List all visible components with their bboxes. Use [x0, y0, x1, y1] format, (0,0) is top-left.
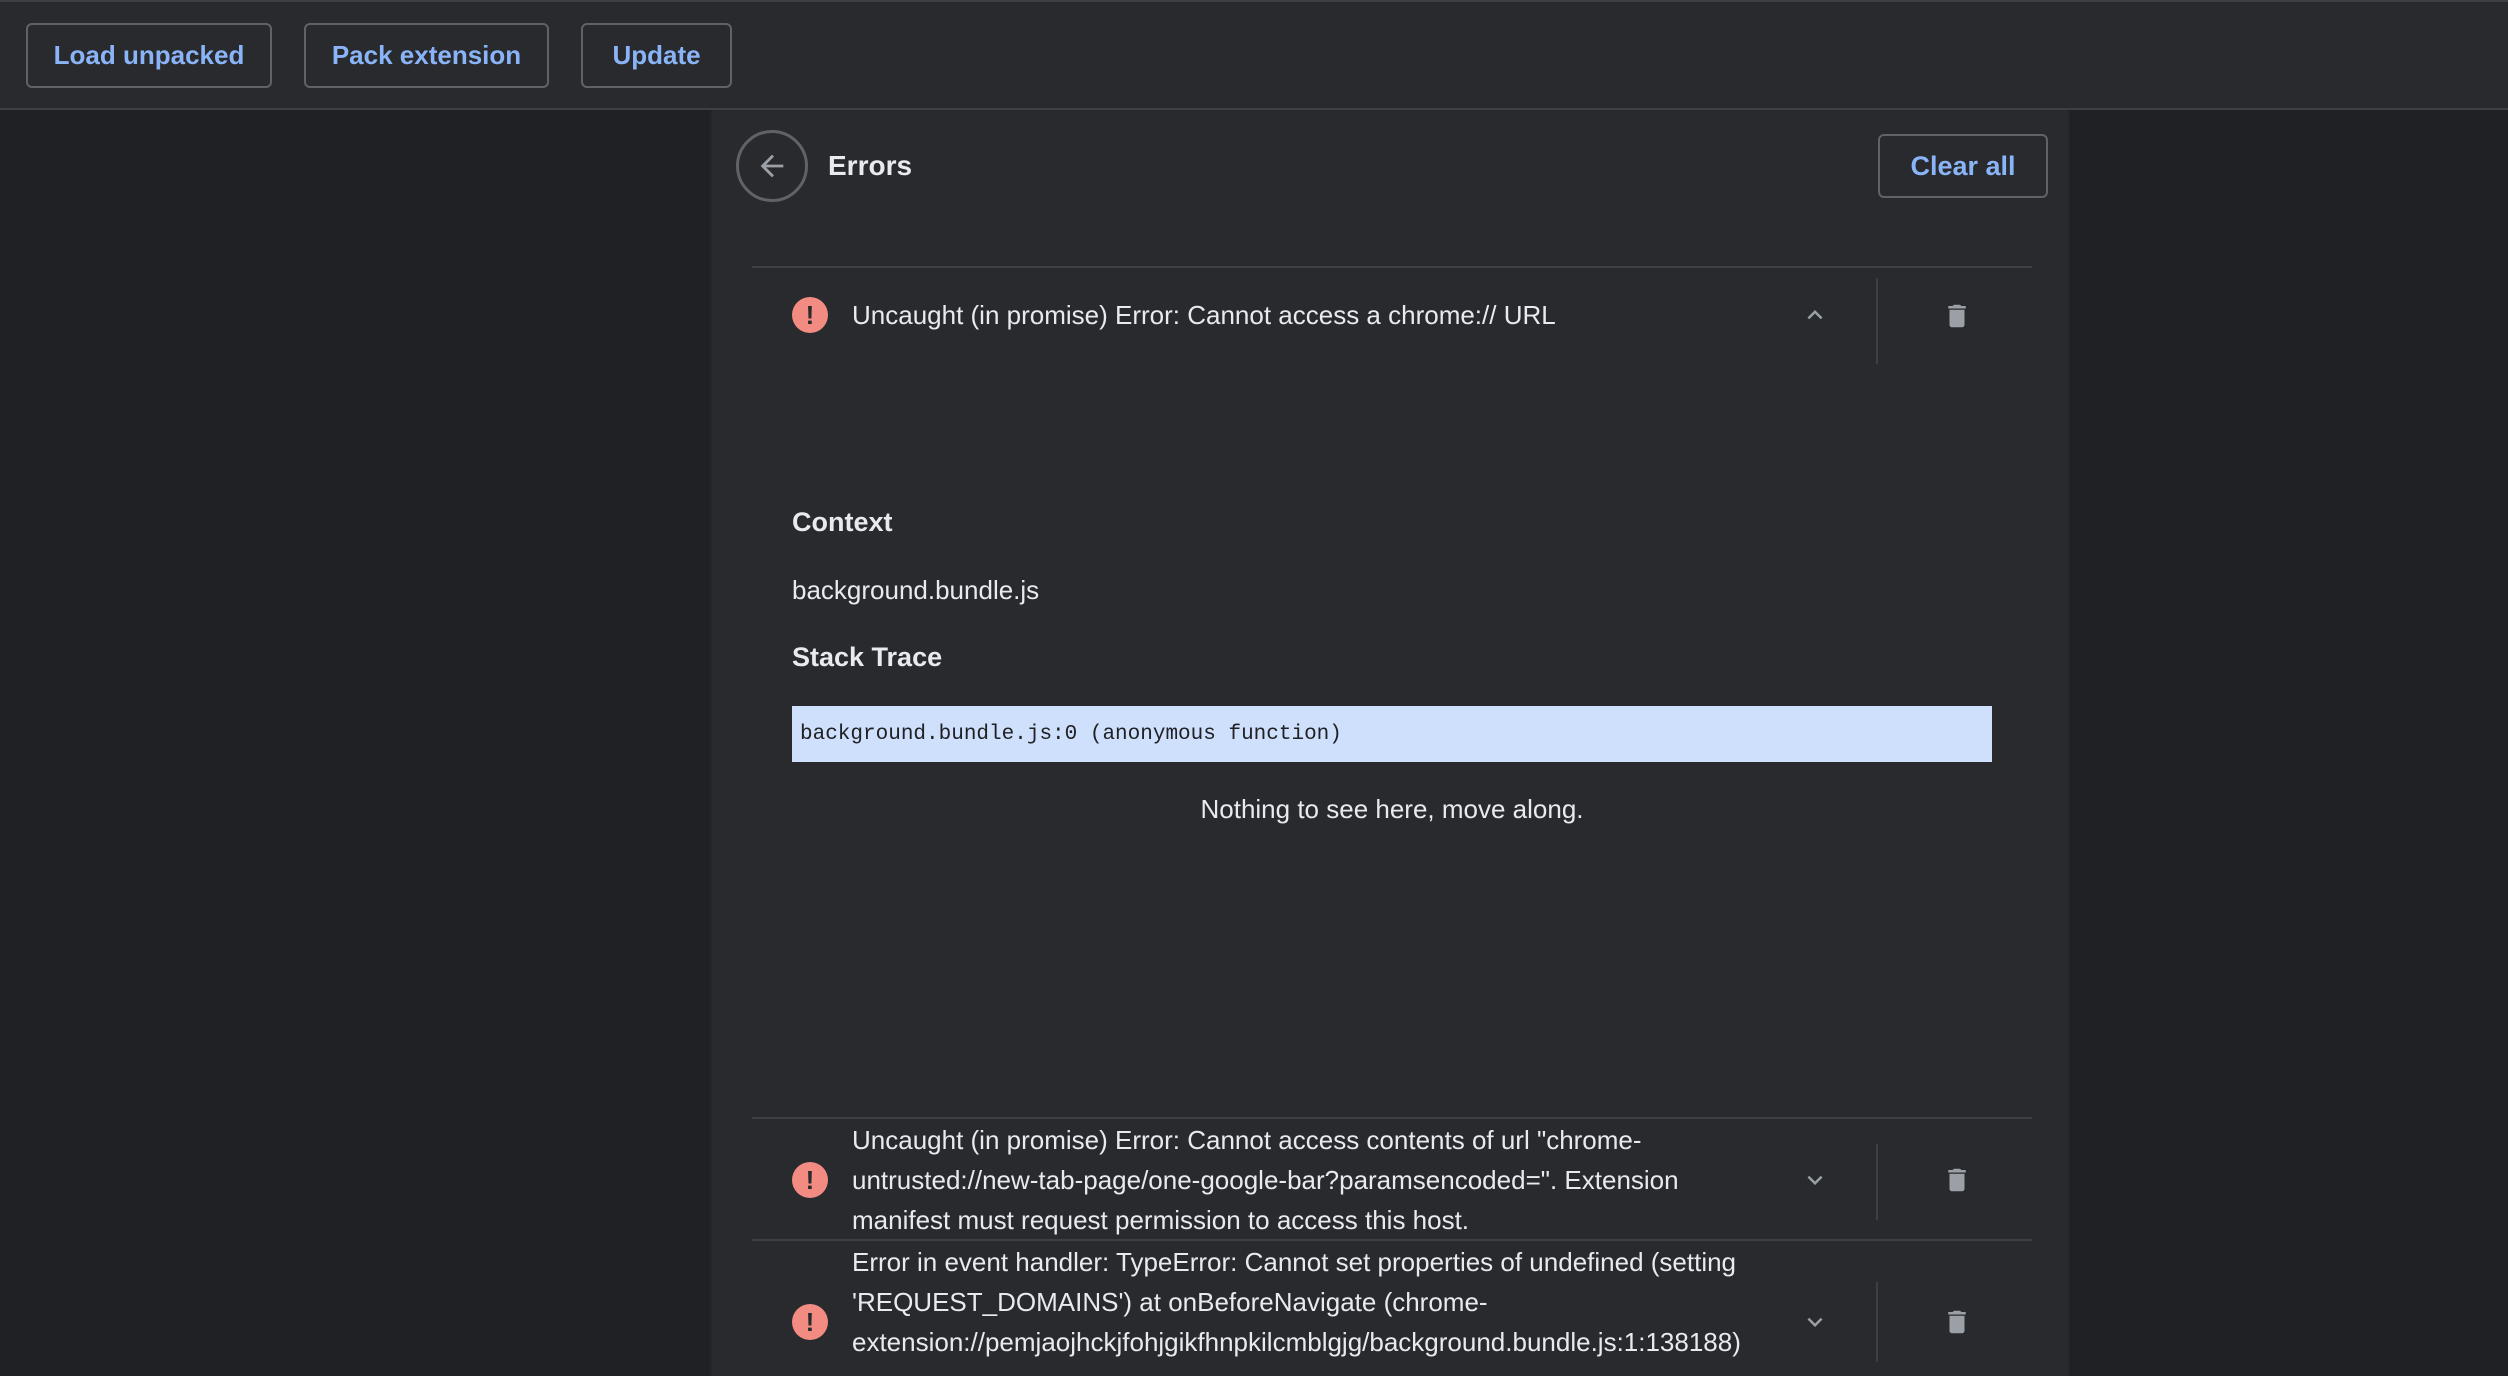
errors-panel: Errors Clear all ! Uncaught (in promise)… — [710, 110, 2070, 1376]
error-message[interactable]: Error in event handler: TypeError: Canno… — [852, 1242, 1752, 1362]
error-circle-icon: ! — [792, 1304, 828, 1340]
pack-extension-button[interactable]: Pack extension — [304, 23, 549, 88]
separator — [1876, 1282, 1878, 1362]
error-item: ! Error in event handler: TypeError: Can… — [712, 110, 2072, 1376]
developer-toolbar: Load unpacked Pack extension Update — [0, 0, 2508, 110]
update-button[interactable]: Update — [581, 23, 732, 88]
load-unpacked-button[interactable]: Load unpacked — [26, 23, 272, 88]
chevron-down-icon[interactable] — [1798, 1305, 1832, 1339]
trash-icon[interactable] — [1940, 1302, 1974, 1342]
